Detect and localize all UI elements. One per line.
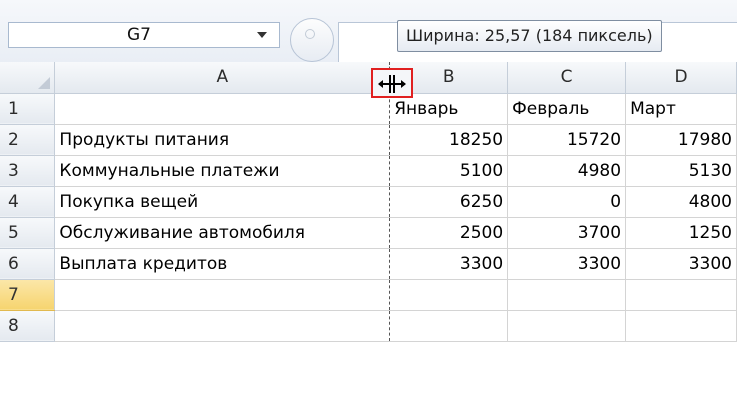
formula-bar: G7 Ширина: 25,57 (184 пиксель) bbox=[0, 0, 737, 63]
cell-a6[interactable]: Выплата кредитов bbox=[54, 248, 391, 280]
cell-d2[interactable]: 17980 bbox=[625, 124, 737, 156]
table-row: 8 bbox=[0, 310, 737, 342]
cell-c3[interactable]: 4980 bbox=[507, 155, 627, 187]
cell-c2[interactable]: 15720 bbox=[507, 124, 627, 156]
row-header-1[interactable]: 1 bbox=[0, 93, 56, 125]
spreadsheet-grid: A B C D 1 Январь Февраль Март 2 Продукты… bbox=[0, 62, 737, 342]
row-header-6[interactable]: 6 bbox=[0, 248, 56, 280]
column-resize-icon[interactable] bbox=[371, 68, 413, 98]
row-header-3[interactable]: 3 bbox=[0, 155, 56, 187]
cell-d5[interactable]: 1250 bbox=[625, 217, 737, 249]
cell-d3[interactable]: 5130 bbox=[625, 155, 737, 187]
cell-b6[interactable]: 3300 bbox=[389, 248, 509, 280]
table-row: 2 Продукты питания 18250 15720 17980 bbox=[0, 124, 737, 156]
cell-a8[interactable] bbox=[54, 310, 391, 342]
cell-c8[interactable] bbox=[507, 310, 627, 342]
row-header-4[interactable]: 4 bbox=[0, 186, 56, 218]
cell-b8[interactable] bbox=[389, 310, 509, 342]
cell-d1[interactable]: Март bbox=[625, 93, 737, 125]
row-header-5[interactable]: 5 bbox=[0, 217, 56, 249]
row-header-7[interactable]: 7 bbox=[0, 279, 56, 311]
row-header-2[interactable]: 2 bbox=[0, 124, 56, 156]
cell-b5[interactable]: 2500 bbox=[389, 217, 509, 249]
cell-c6[interactable]: 3300 bbox=[507, 248, 627, 280]
cell-d7[interactable] bbox=[625, 279, 737, 311]
fx-icon[interactable] bbox=[290, 18, 334, 62]
table-row: 5 Обслуживание автомобиля 2500 3700 1250 bbox=[0, 217, 737, 249]
cell-d8[interactable] bbox=[625, 310, 737, 342]
cell-a7[interactable] bbox=[54, 279, 391, 311]
cell-b3[interactable]: 5100 bbox=[389, 155, 509, 187]
cell-c1[interactable]: Февраль bbox=[507, 93, 627, 125]
table-row: 4 Покупка вещей 6250 0 4800 bbox=[0, 186, 737, 218]
table-row: 3 Коммунальные платежи 5100 4980 5130 bbox=[0, 155, 737, 187]
table-row: 1 Январь Февраль Март bbox=[0, 93, 737, 125]
row-header-8[interactable]: 8 bbox=[0, 310, 56, 342]
name-box[interactable]: G7 bbox=[8, 22, 280, 48]
table-row: 7 bbox=[0, 279, 737, 311]
cell-b7[interactable] bbox=[389, 279, 509, 311]
cell-d6[interactable]: 3300 bbox=[625, 248, 737, 280]
column-width-tooltip: Ширина: 25,57 (184 пиксель) bbox=[397, 20, 662, 52]
cell-c4[interactable]: 0 bbox=[507, 186, 627, 218]
cell-d4[interactable]: 4800 bbox=[625, 186, 737, 218]
cell-c5[interactable]: 3700 bbox=[507, 217, 627, 249]
cell-a1[interactable] bbox=[54, 93, 391, 125]
column-header-a[interactable]: A bbox=[54, 62, 391, 94]
select-all-corner[interactable] bbox=[0, 62, 56, 94]
cell-a2[interactable]: Продукты питания bbox=[54, 124, 391, 156]
cell-a4[interactable]: Покупка вещей bbox=[54, 186, 391, 218]
cell-c7[interactable] bbox=[507, 279, 627, 311]
column-header-c[interactable]: C bbox=[507, 62, 627, 94]
cell-b2[interactable]: 18250 bbox=[389, 124, 509, 156]
cell-b4[interactable]: 6250 bbox=[389, 186, 509, 218]
cell-a5[interactable]: Обслуживание автомобиля bbox=[54, 217, 391, 249]
chevron-down-icon[interactable] bbox=[257, 32, 267, 38]
cell-a3[interactable]: Коммунальные платежи bbox=[54, 155, 391, 187]
name-box-value: G7 bbox=[127, 25, 151, 45]
table-row: 6 Выплата кредитов 3300 3300 3300 bbox=[0, 248, 737, 280]
column-header-row: A B C D bbox=[0, 62, 737, 94]
column-header-d[interactable]: D bbox=[625, 62, 737, 94]
